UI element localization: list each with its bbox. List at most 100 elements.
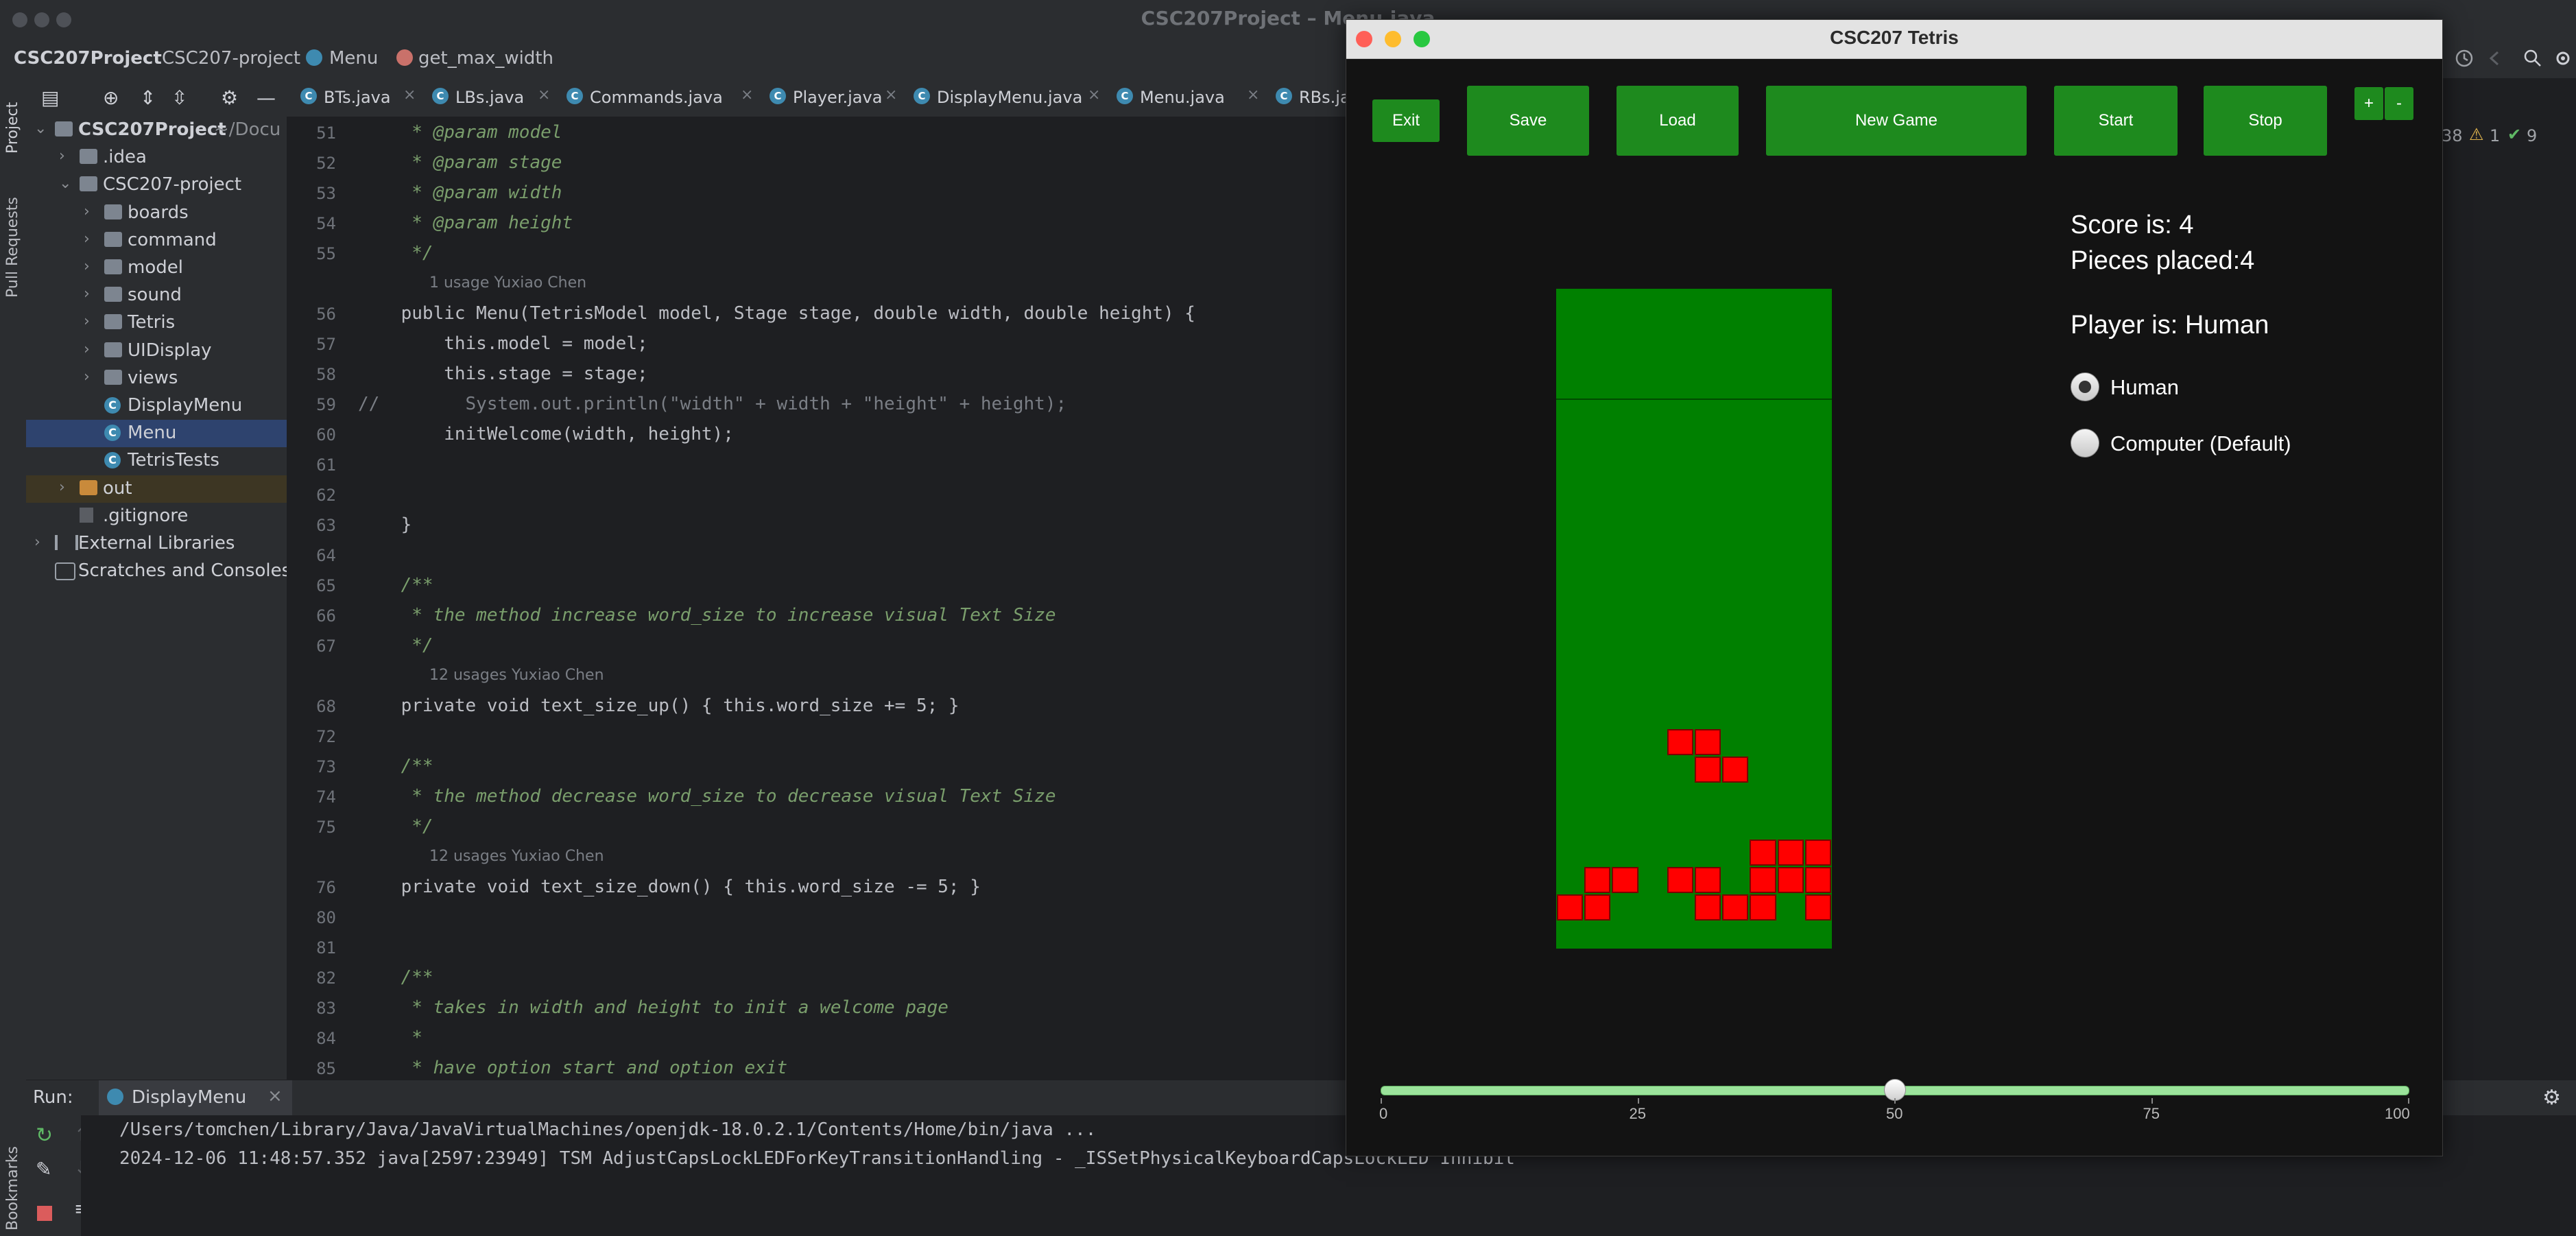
chevron-right-icon[interactable]: › [84, 258, 90, 275]
close-icon[interactable]: × [538, 86, 550, 104]
breadcrumb-class[interactable]: Menu [329, 48, 378, 69]
code-line[interactable]: private void text_size_down() { this.wor… [358, 877, 981, 897]
load-button[interactable]: Load [1617, 86, 1739, 156]
tree-item[interactable]: C DisplayMenu [26, 392, 287, 420]
code-line[interactable]: /** [358, 967, 433, 988]
code-line[interactable]: } [358, 514, 412, 535]
stop-icon[interactable] [37, 1206, 52, 1221]
chevron-right-icon[interactable]: › [84, 230, 90, 248]
radio-computer[interactable] [2071, 429, 2099, 457]
tree-item[interactable]: C Menu [26, 420, 287, 448]
chevron-right-icon[interactable]: › [84, 285, 90, 302]
code-line[interactable]: this.stage = stage; [358, 364, 647, 384]
close-icon[interactable]: × [741, 86, 753, 104]
editor-tab[interactable]: C DisplayMenu.java × [907, 78, 1106, 117]
code-line[interactable]: private void text_size_up() { this.word_… [358, 696, 959, 716]
code-line[interactable]: public Menu(TetrisModel model, Stage sta… [358, 303, 1195, 324]
text-size-down-button[interactable]: - [2385, 87, 2413, 120]
editor-tab[interactable]: C Commands.java × [560, 78, 759, 117]
radio-computer-label[interactable]: Computer (Default) [2110, 431, 2291, 456]
chevron-down-icon[interactable]: ⌄ [34, 120, 47, 137]
gear-icon[interactable]: ⚙ [2542, 1086, 2561, 1110]
tree-item[interactable]: › command [26, 227, 287, 254]
code-line[interactable]: // System.out.println("width" + width + … [358, 394, 1066, 414]
search-icon[interactable] [2523, 48, 2543, 69]
hide-panel-icon[interactable]: — [257, 86, 276, 109]
code-line[interactable]: * the method decrease word_size to decre… [358, 786, 1056, 807]
tree-item[interactable]: › sound [26, 282, 287, 309]
code-line[interactable]: */ [358, 635, 433, 656]
exit-button[interactable]: Exit [1372, 99, 1440, 142]
code-line[interactable]: * @param height [358, 213, 573, 233]
chevron-right-icon[interactable]: › [59, 479, 65, 496]
close-icon[interactable]: × [1088, 86, 1100, 104]
code-line[interactable]: */ [358, 816, 433, 837]
tree-item[interactable]: › out [26, 475, 287, 503]
tree-item[interactable]: .gitignore [26, 503, 287, 530]
gear-icon[interactable]: ⚙ [221, 86, 238, 109]
inspection-status[interactable]: 38 ⚠ 1 ✔ 9 [2442, 117, 2576, 155]
run-config-tab[interactable]: DisplayMenu × [99, 1080, 292, 1118]
usage-hint[interactable]: 12 usages Yuxiao Chen [429, 667, 604, 684]
code-line[interactable]: * @param model [358, 122, 562, 143]
settings-icon[interactable] [2553, 48, 2573, 69]
code-line[interactable]: /** [358, 575, 433, 595]
back-icon[interactable] [2484, 48, 2505, 69]
code-line[interactable]: initWelcome(width, height); [358, 424, 734, 444]
chevron-right-icon[interactable]: › [34, 534, 40, 551]
code-line[interactable]: * have option start and option exit [358, 1058, 787, 1078]
side-tab-bookmarks[interactable]: Bookmarks [4, 1146, 21, 1231]
tree-item[interactable]: › .idea [26, 144, 287, 171]
close-icon[interactable]: × [1247, 86, 1259, 104]
breadcrumb-module[interactable]: CSC207-project [162, 48, 300, 69]
chevron-right-icon[interactable]: › [84, 313, 90, 330]
code-line[interactable]: * @param stage [358, 152, 562, 173]
chevron-right-icon[interactable]: › [84, 341, 90, 358]
code-line[interactable]: * takes in width and height to init a we… [358, 997, 949, 1018]
new-game-button[interactable]: New Game [1766, 86, 2027, 156]
tree-item[interactable]: › Tetris [26, 309, 287, 337]
editor-tab[interactable]: C Player.java × [763, 78, 903, 117]
tree-item[interactable]: ⌄ CSC207-project [26, 171, 287, 199]
editor-tab[interactable]: C Menu.java × [1110, 78, 1265, 119]
tree-item[interactable]: C TetrisTests [26, 447, 287, 475]
code-editor[interactable]: 51 52 53 54 55 56 57 58 59 60 61 62 63 64 65 66 67 68 72 73… [287, 117, 1346, 1080]
breadcrumb-project[interactable]: CSC207Project [14, 48, 162, 69]
tree-item[interactable]: › model [26, 254, 287, 282]
code-line[interactable]: * the method increase word_size to incre… [358, 605, 1056, 626]
editor-tab[interactable]: C BTs.java × [294, 78, 421, 117]
code-line[interactable]: /** [358, 756, 433, 776]
tree-item[interactable]: › UIDisplay [26, 337, 287, 365]
tree-item[interactable]: › views [26, 365, 287, 392]
expand-all-icon[interactable]: ⇕ [140, 86, 156, 109]
radio-human[interactable] [2071, 372, 2099, 401]
tree-item[interactable]: Scratches and Consoles [26, 558, 291, 585]
close-icon[interactable]: × [885, 86, 897, 104]
tree-item[interactable]: › boards [26, 200, 287, 227]
code-line[interactable]: * [358, 1027, 422, 1048]
close-icon[interactable]: × [267, 1086, 283, 1106]
breadcrumb-method[interactable]: get_max_width [418, 48, 553, 69]
code-line[interactable]: * @param width [358, 182, 562, 203]
chevron-down-icon[interactable]: ⌄ [59, 175, 71, 192]
code-line[interactable]: this.model = model; [358, 333, 647, 354]
chevron-right-icon[interactable]: › [84, 368, 90, 385]
save-button[interactable]: Save [1467, 86, 1589, 156]
start-button[interactable]: Start [2054, 86, 2178, 156]
collapse-all-icon[interactable]: ⇳ [171, 86, 187, 109]
close-icon[interactable]: × [403, 86, 416, 104]
panel-layout-icon[interactable]: ▤ [41, 86, 59, 109]
rerun-icon[interactable]: ↻ [36, 1124, 53, 1148]
chevron-right-icon[interactable]: › [84, 203, 90, 220]
side-tab-pull-requests[interactable]: Pull Requests [4, 197, 21, 298]
text-size-up-button[interactable]: + [2354, 87, 2383, 120]
tree-item[interactable]: › External Libraries [26, 530, 287, 558]
chevron-right-icon[interactable]: › [59, 147, 65, 165]
stop-button[interactable]: Stop [2204, 86, 2327, 156]
tree-item[interactable]: ⌄ CSC207Project ~/Docu [26, 117, 287, 144]
radio-human-label[interactable]: Human [2110, 375, 2179, 400]
usage-hint[interactable]: 12 usages Yuxiao Chen [429, 848, 604, 865]
locate-icon[interactable]: ⊕ [103, 86, 119, 109]
code-line[interactable]: */ [358, 243, 433, 263]
wrench-icon[interactable]: ✎ [36, 1158, 51, 1180]
